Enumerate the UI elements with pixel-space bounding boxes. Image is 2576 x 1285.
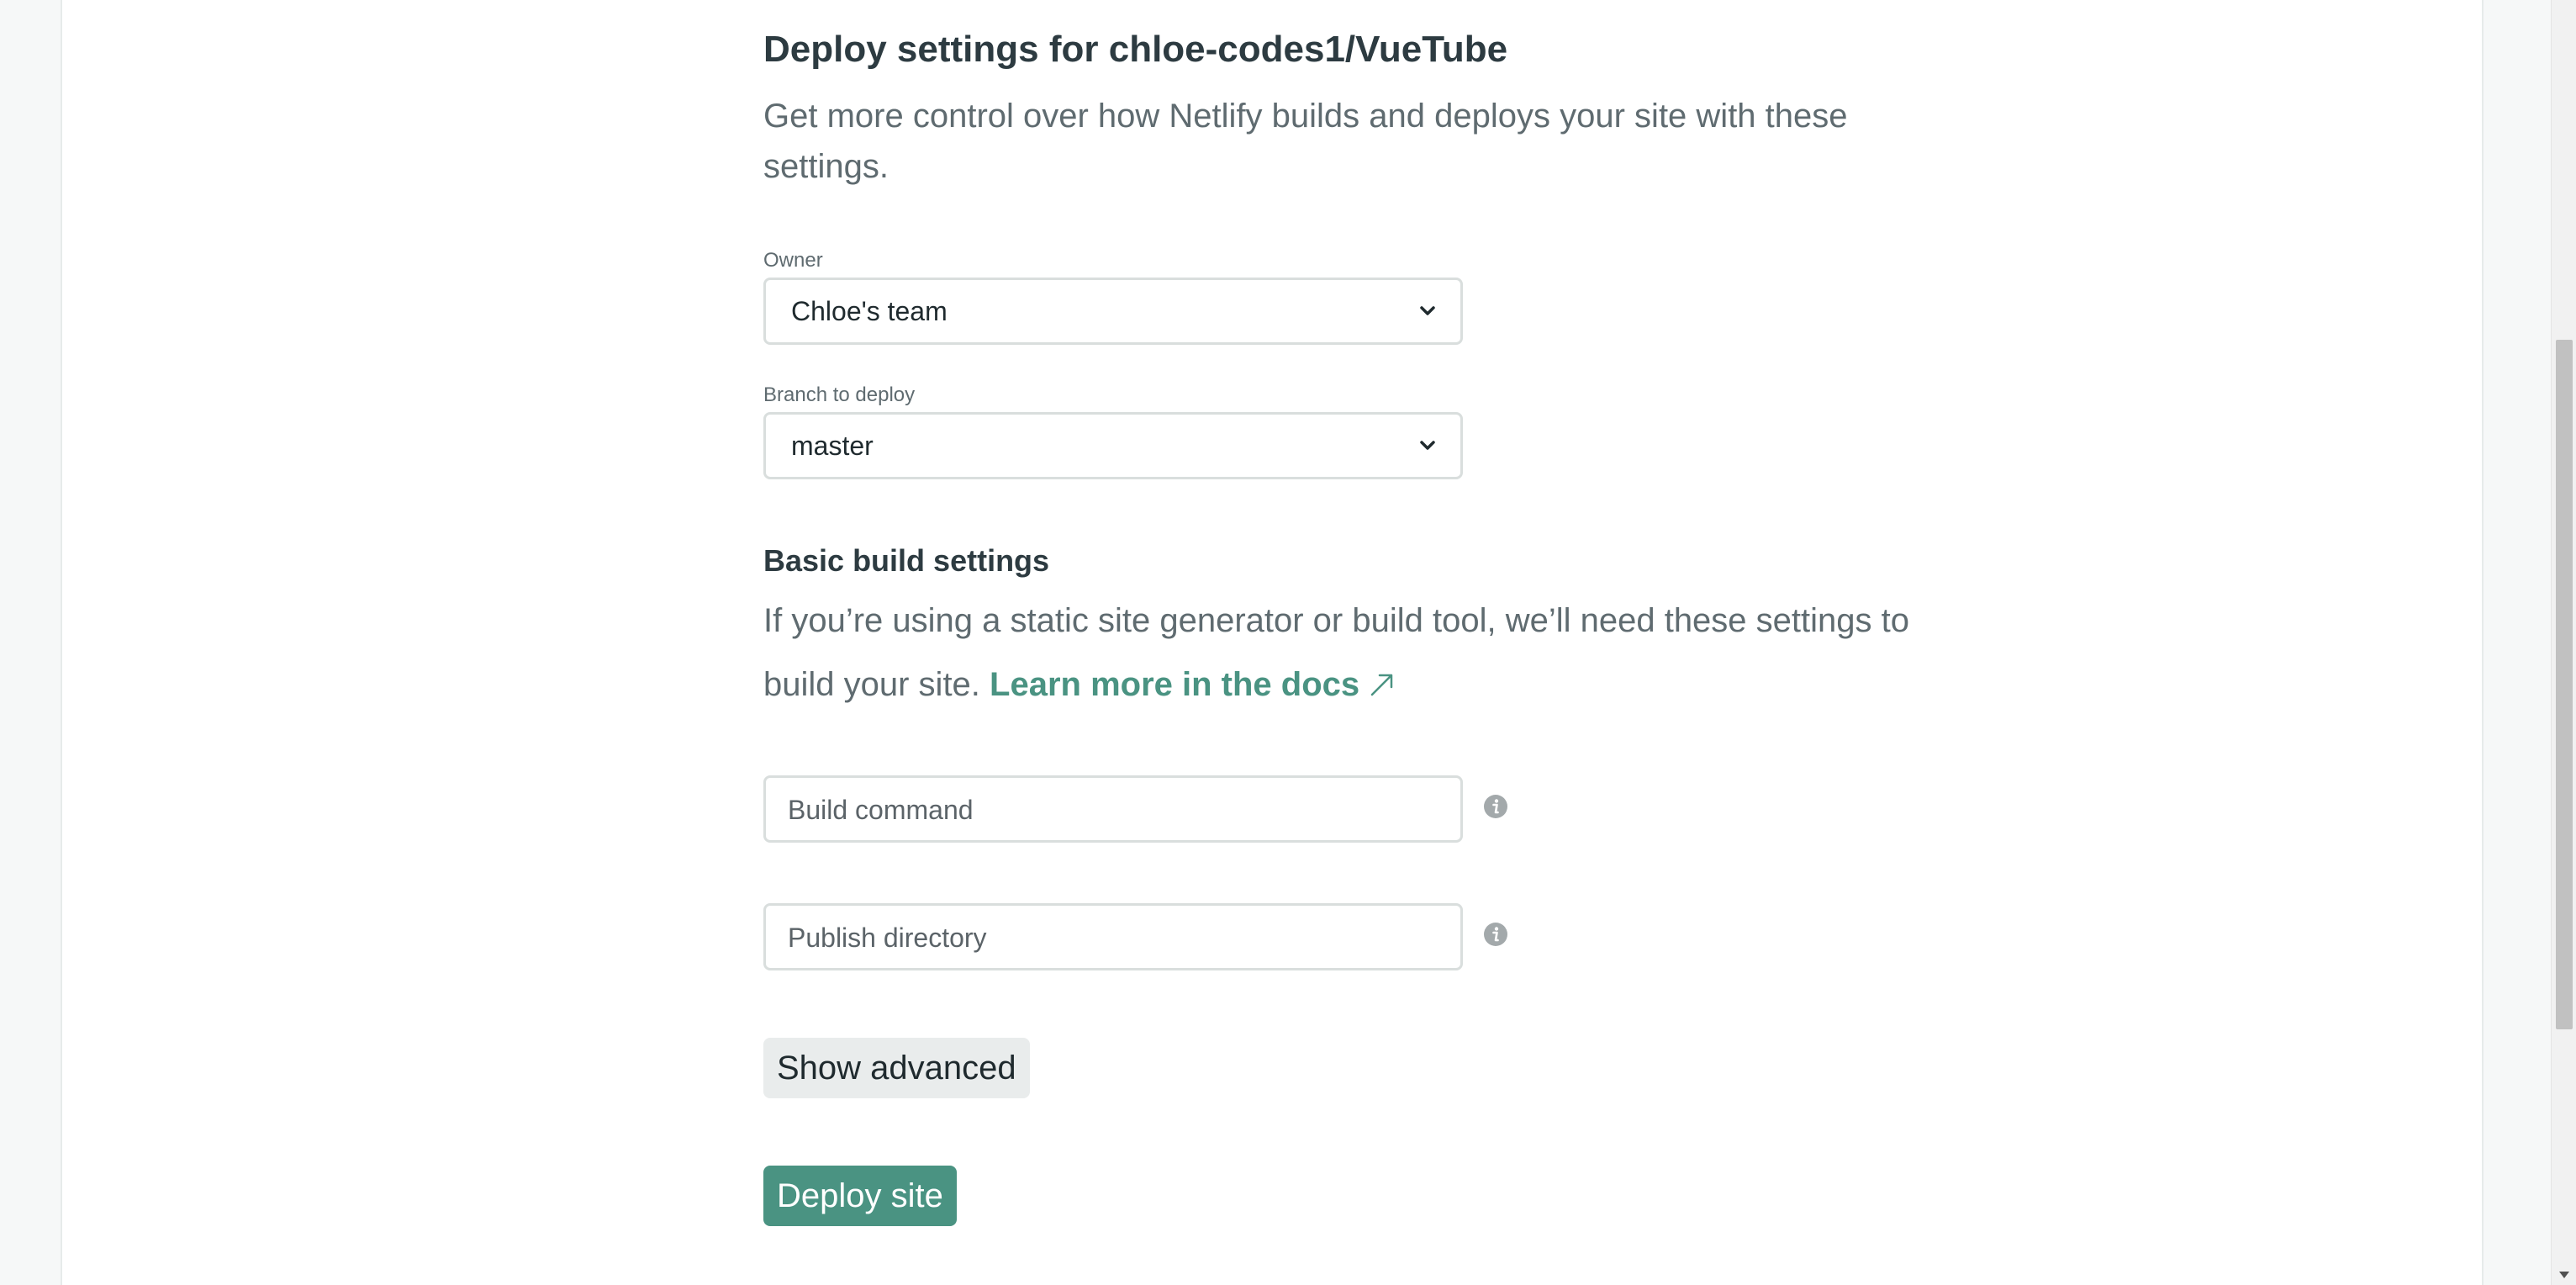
chevron-down-icon bbox=[1420, 441, 1435, 450]
info-icon[interactable] bbox=[1483, 794, 1508, 819]
scroll-down-arrow-icon[interactable] bbox=[2558, 1270, 2571, 1280]
docs-link-label: Learn more in the docs bbox=[990, 666, 1360, 703]
branch-select-value: master bbox=[791, 431, 874, 461]
scrollbar-thumb[interactable] bbox=[2556, 340, 2573, 1029]
owner-label: Owner bbox=[763, 249, 823, 272]
vertical-scrollbar[interactable] bbox=[2551, 0, 2576, 1285]
external-link-arrow-icon bbox=[1370, 674, 1393, 696]
branch-select[interactable]: master bbox=[763, 412, 1463, 479]
publish-directory-input[interactable]: Publish directory bbox=[763, 903, 1463, 970]
branch-label: Branch to deploy bbox=[763, 383, 916, 406]
page-title: Deploy settings for chloe-codes1/VueTube bbox=[763, 29, 1508, 70]
page-intro: Get more control over how Netlify builds… bbox=[763, 98, 1848, 185]
deploy-site-button[interactable]: Deploy site bbox=[763, 1166, 957, 1226]
info-icon[interactable] bbox=[1483, 922, 1508, 947]
owner-select[interactable]: Chloe's team bbox=[763, 278, 1463, 345]
publish-directory-placeholder: Publish directory bbox=[788, 923, 987, 953]
main-panel: Deploy settings for chloe-codes1/VueTube… bbox=[61, 0, 2484, 1285]
build-command-input[interactable]: Build command bbox=[763, 775, 1463, 843]
owner-select-value: Chloe's team bbox=[791, 296, 948, 326]
build-command-placeholder: Build command bbox=[788, 795, 974, 825]
build-settings-description: If you’re using a static site generator … bbox=[763, 589, 1924, 717]
docs-link[interactable]: Learn more in the docs bbox=[990, 666, 1396, 703]
show-advanced-button[interactable]: Show advanced bbox=[763, 1038, 1030, 1098]
chevron-down-icon bbox=[1420, 306, 1435, 315]
build-settings-title: Basic build settings bbox=[763, 543, 1050, 578]
